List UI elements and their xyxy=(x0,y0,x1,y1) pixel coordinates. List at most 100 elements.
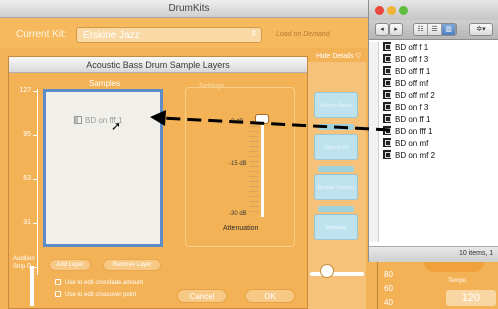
audition-strip-label[interactable]: Audition Strip xyxy=(13,255,43,271)
file-row[interactable]: BD off mf xyxy=(383,78,428,89)
file-name: BD on mf xyxy=(395,139,429,148)
axis-label-63: 63 xyxy=(23,175,31,182)
audio-file-icon xyxy=(74,116,82,124)
column-view-icon[interactable]: ▥ xyxy=(442,24,456,35)
current-kit-row: Current Kit: Erskine Jazz ⇕ Load on Dema… xyxy=(0,18,378,48)
finder-scrollbar[interactable] xyxy=(369,42,379,242)
action-menu-button[interactable]: ✲▾ xyxy=(469,23,493,36)
tempo-display[interactable]: 120 xyxy=(446,290,496,306)
attenuation-ticks xyxy=(249,121,259,215)
file-row[interactable]: BD on f 3 xyxy=(383,102,428,113)
attenuation-label: Attenuation xyxy=(223,225,259,232)
file-name: BD off mf 2 xyxy=(395,91,435,100)
current-kit-label: Current Kit: xyxy=(16,29,67,40)
kit-slider-knob[interactable] xyxy=(320,264,334,278)
crossover-label: Use to edit crossover point xyxy=(65,292,137,298)
drumkits-titlebar[interactable]: DrumKits xyxy=(0,0,378,18)
audio-file-icon xyxy=(383,150,391,159)
tempo-dial[interactable] xyxy=(424,262,484,272)
remove-layer-button[interactable]: Remove Layer xyxy=(103,259,161,271)
audio-file-icon xyxy=(383,126,391,135)
finder-toolbar: ◂ ▸ ☷ ☰ ▥ ✲▾ xyxy=(369,20,498,40)
audio-file-icon xyxy=(383,66,391,75)
view-mode-control: ☷ ☰ ▥ xyxy=(413,23,457,36)
metadata-button[interactable]: Metadata xyxy=(314,214,358,240)
icon-view-icon[interactable]: ☷ xyxy=(414,24,428,35)
axis-label-95: 95 xyxy=(23,131,31,138)
audio-file-icon xyxy=(383,114,391,123)
velocity-axis: 127 95 63 31 0 xyxy=(11,87,41,277)
sample-layers-titlebar[interactable]: Acoustic Bass Drum Sample Layers xyxy=(9,57,307,73)
minimize-icon[interactable] xyxy=(387,6,396,15)
current-kit-value: Erskine Jazz xyxy=(83,30,140,41)
sample-layers-title: Acoustic Bass Drum Sample Layers xyxy=(86,60,230,70)
audio-file-icon xyxy=(383,90,391,99)
close-icon[interactable] xyxy=(375,6,384,15)
arrow-cursor-icon: ➚ xyxy=(111,119,122,133)
axis-tick xyxy=(33,135,38,136)
file-row[interactable]: BD on mf xyxy=(383,138,428,149)
crossfade-option[interactable]: Use to edit crossfade amount xyxy=(55,279,143,286)
hide-details-toggle[interactable]: Hide Details ▽ xyxy=(316,52,361,60)
file-list: BD off f 1 BD off f 3 BD off ff 1 BD off mf… xyxy=(383,42,498,242)
file-row[interactable]: BD off mf 2 xyxy=(383,90,435,101)
samples-drop-area[interactable]: BD on fff 1 xyxy=(43,89,163,247)
attenuation-slider-track[interactable] xyxy=(261,117,264,217)
file-row[interactable]: BD on ff 1 xyxy=(383,114,430,125)
cancel-button[interactable]: Cancel xyxy=(177,289,227,303)
kit-side-panel: Velocity Zones Open in Kit Browse Conten… xyxy=(306,62,366,309)
file-row[interactable]: BD on fff 1 xyxy=(383,126,433,137)
axis-line xyxy=(37,89,38,275)
crossfade-checkbox[interactable] xyxy=(55,279,61,285)
kit-slider-track[interactable] xyxy=(310,272,364,276)
file-name: BD on f 3 xyxy=(395,103,429,112)
crossover-option[interactable]: Use to edit crossover point xyxy=(55,291,136,298)
file-name: BD off f 3 xyxy=(395,55,429,64)
audio-file-icon xyxy=(383,102,391,111)
open-in-kit-button[interactable]: Open in Kit xyxy=(314,134,358,160)
file-row[interactable]: BD on mf 2 xyxy=(383,150,435,161)
file-row[interactable]: BD off f 3 xyxy=(383,54,428,65)
side-tab xyxy=(318,206,354,212)
attenuation-slider-knob[interactable] xyxy=(255,114,269,124)
samples-heading: Samples xyxy=(89,79,121,88)
file-name: BD on mf 2 xyxy=(395,151,436,160)
crossfade-label: Use to edit crossfade amount xyxy=(65,280,144,286)
file-name: BD off mf xyxy=(395,79,429,88)
file-row[interactable]: BD off f 1 xyxy=(383,42,428,53)
desktop: DrumKits Current Kit: Erskine Jazz ⇕ Loa… xyxy=(0,0,498,309)
drumkits-title: DrumKits xyxy=(168,3,210,14)
db-label-0: 0 dB xyxy=(231,119,244,125)
side-tab xyxy=(318,166,354,172)
axis-tick xyxy=(33,179,38,180)
settings-panel xyxy=(185,87,295,247)
axis-tick xyxy=(33,91,38,92)
db-label-minus-30: -30 dB xyxy=(229,211,247,217)
audio-file-icon xyxy=(383,138,391,147)
axis-label-31: 31 xyxy=(23,219,31,226)
zoom-icon[interactable] xyxy=(399,6,408,15)
audio-file-icon xyxy=(383,78,391,87)
file-name: BD off ff 1 xyxy=(395,67,431,76)
tempo-label: Tempo xyxy=(448,278,467,284)
forward-button[interactable]: ▸ xyxy=(389,23,403,36)
ok-button[interactable]: OK xyxy=(245,289,295,303)
list-view-icon[interactable]: ☰ xyxy=(428,24,442,35)
back-button[interactable]: ◂ xyxy=(375,23,389,36)
audio-file-icon xyxy=(383,54,391,63)
current-kit-select[interactable]: Erskine Jazz ⇕ xyxy=(76,27,262,43)
browse-content-button[interactable]: Browse Content xyxy=(314,174,358,200)
db-label-minus-15: -15 dB xyxy=(229,161,247,167)
file-name: BD on fff 1 xyxy=(395,127,433,136)
finder-window: ◂ ▸ ☷ ☰ ▥ ✲▾ BD off f 1 BD off f 3 BD off … xyxy=(368,0,498,262)
sample-layers-dialog: Acoustic Bass Drum Sample Layers Samples… xyxy=(8,56,308,309)
audio-file-icon xyxy=(383,42,391,51)
crossover-checkbox[interactable] xyxy=(55,291,61,297)
add-layer-button[interactable]: Add Layer xyxy=(49,259,91,271)
file-row[interactable]: BD off ff 1 xyxy=(383,66,430,77)
finder-titlebar[interactable] xyxy=(369,0,498,20)
velocity-zones-button[interactable]: Velocity Zones xyxy=(314,92,358,118)
level-meter xyxy=(30,266,34,306)
side-tab xyxy=(318,124,354,130)
finder-status-bar: 10 items, 1 xyxy=(369,246,498,262)
